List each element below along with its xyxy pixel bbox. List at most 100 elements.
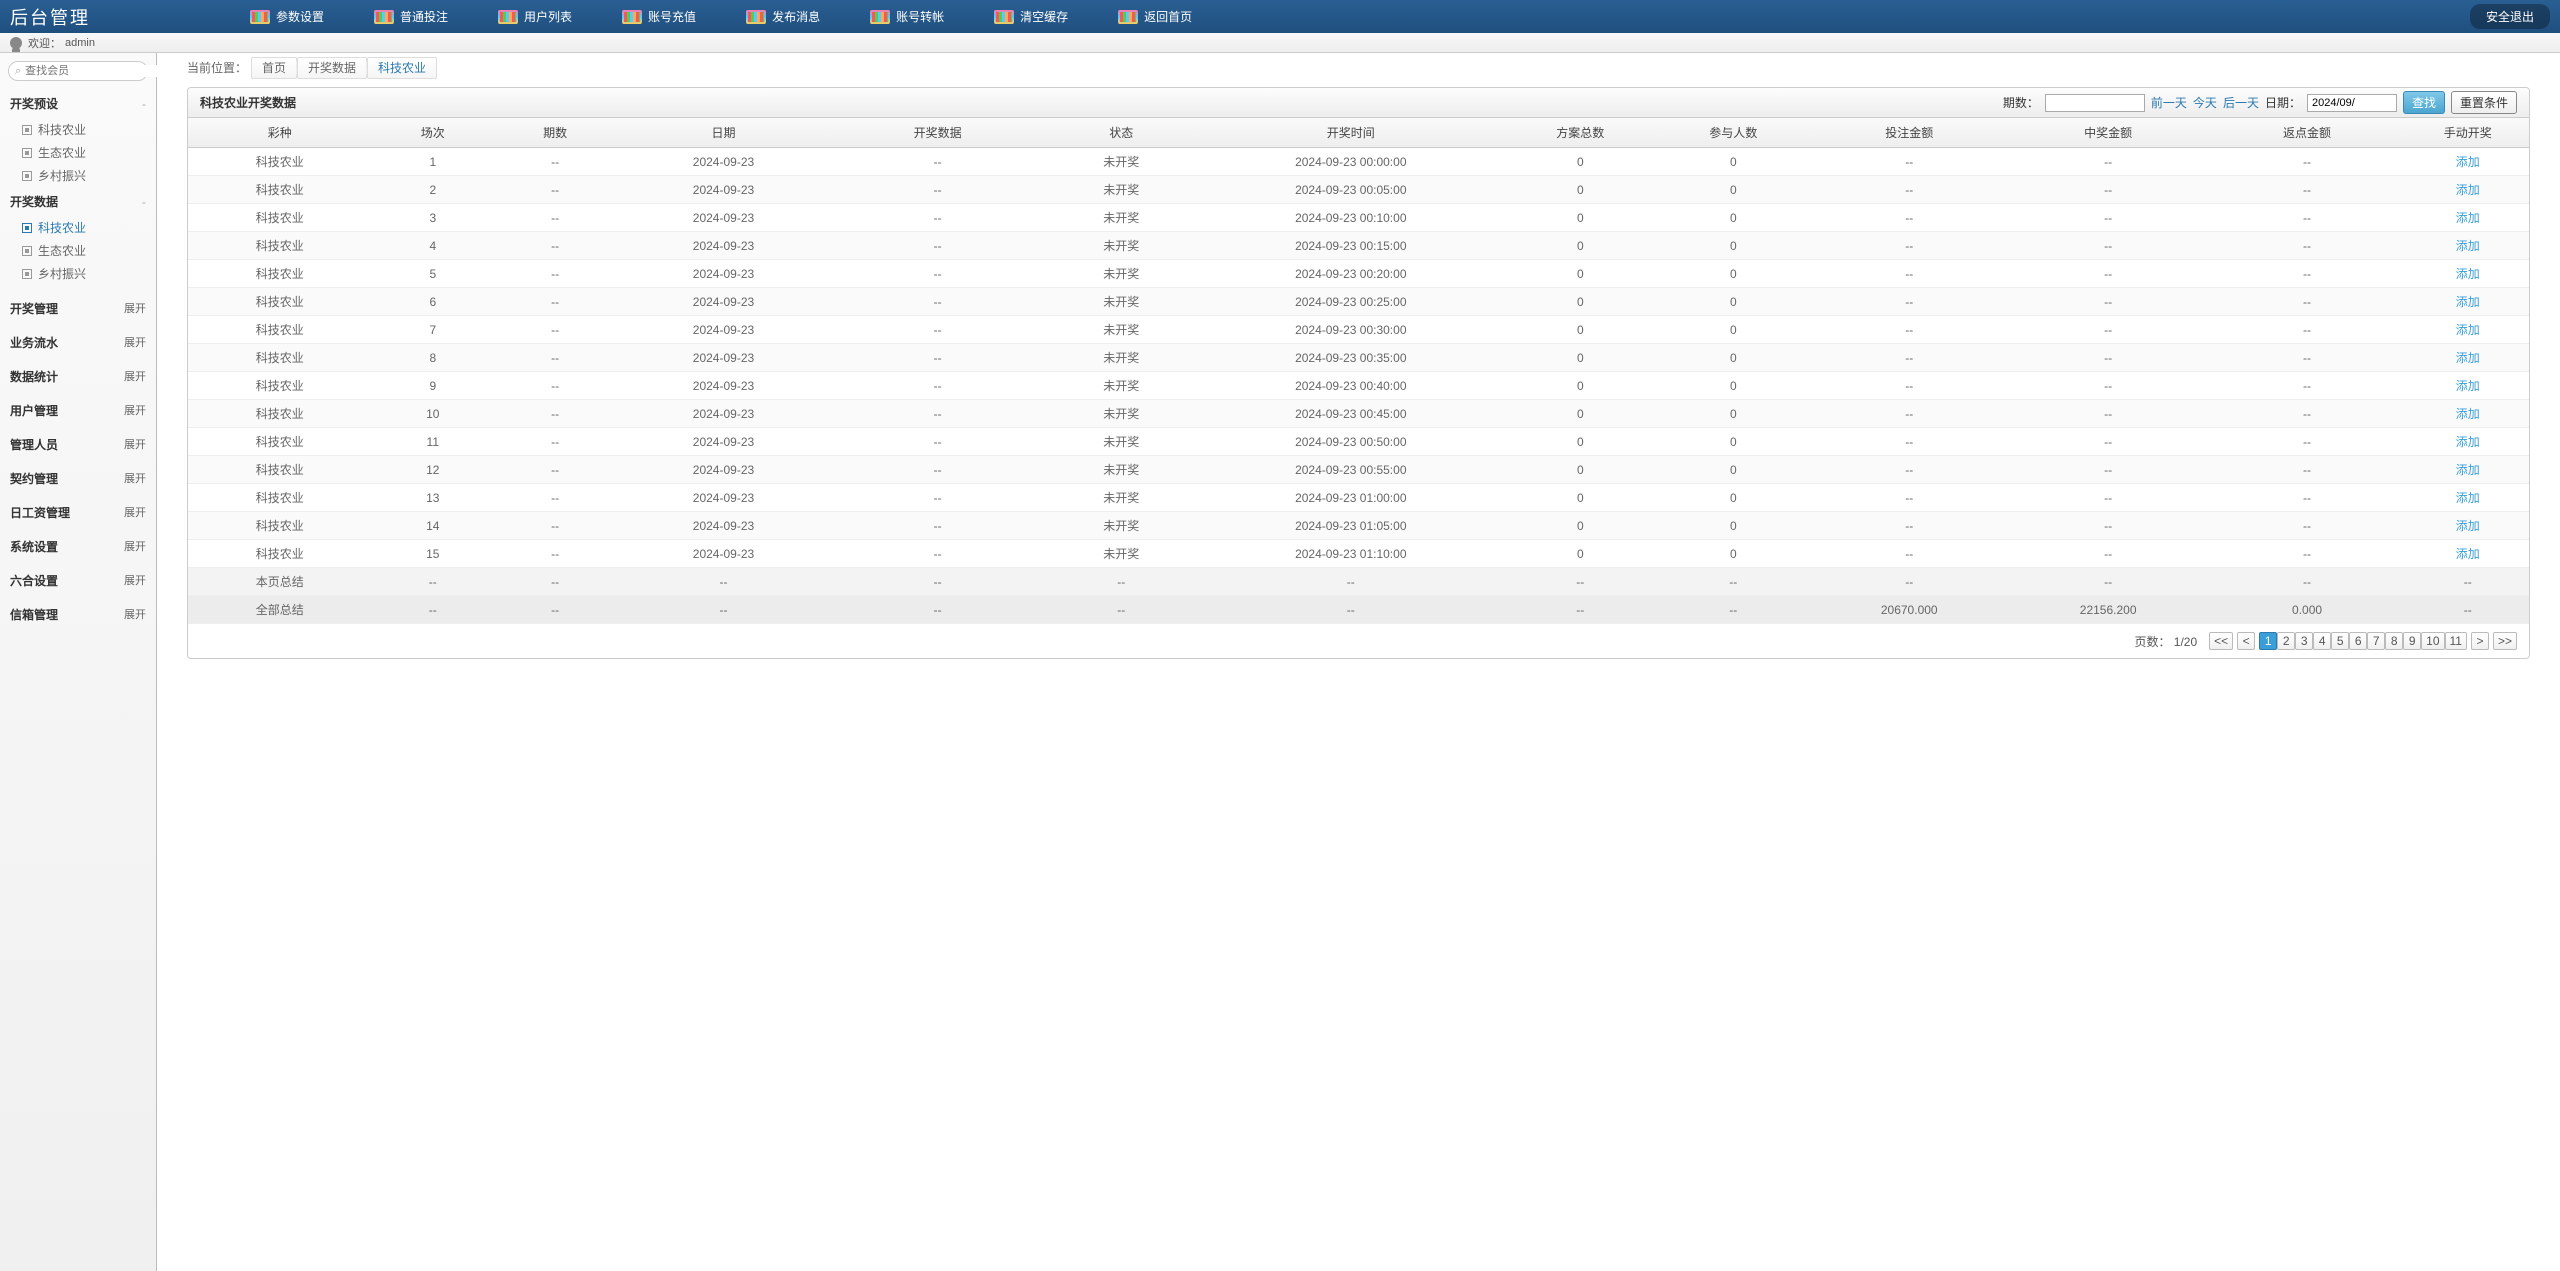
column-header: 状态	[1045, 118, 1198, 148]
topnav-label: 普通投注	[400, 8, 448, 25]
pager-prev[interactable]: <	[2237, 632, 2255, 650]
sidebar-subitem[interactable]: 生态农业	[0, 239, 156, 262]
add-link[interactable]: 添加	[2456, 547, 2480, 561]
add-link[interactable]: 添加	[2456, 379, 2480, 393]
add-link[interactable]: 添加	[2456, 491, 2480, 505]
topnav-item-7[interactable]: 返回首页	[1118, 8, 1192, 25]
pager-page[interactable]: 7	[2367, 632, 2385, 650]
breadcrumb-prefix: 当前位置：	[187, 59, 247, 76]
cell-rebate: --	[2208, 288, 2407, 316]
pager-page[interactable]: 2	[2277, 632, 2295, 650]
topnav-item-3[interactable]: 账号充值	[622, 8, 696, 25]
sidebar-collapsed-group[interactable]: 六合设置展开	[0, 563, 156, 597]
table-row: 科技农业14--2024-09-23--未开奖2024-09-23 01:05:…	[188, 512, 2529, 540]
table-row: 科技农业5--2024-09-23--未开奖2024-09-23 00:20:0…	[188, 260, 2529, 288]
sidebar-subitem-label: 科技农业	[38, 121, 86, 138]
cell-plans: 0	[1504, 176, 1657, 204]
add-link[interactable]: 添加	[2456, 407, 2480, 421]
cell-plans: 0	[1504, 456, 1657, 484]
pager-page[interactable]: 6	[2349, 632, 2367, 650]
pager-page[interactable]: 1	[2259, 632, 2277, 650]
add-link[interactable]: 添加	[2456, 155, 2480, 169]
reset-button[interactable]: 重置条件	[2451, 91, 2517, 114]
sidebar-collapsed-group[interactable]: 信箱管理展开	[0, 597, 156, 631]
cell-round: 6	[372, 288, 494, 316]
sidebar-group-data[interactable]: 开奖数据 -	[0, 187, 156, 216]
cell-data: --	[831, 400, 1045, 428]
sidebar-collapsed-group[interactable]: 数据统计展开	[0, 359, 156, 393]
topnav-item-1[interactable]: 普通投注	[374, 8, 448, 25]
sidebar-subitem[interactable]: 科技农业	[0, 118, 156, 141]
sidebar-group-preset[interactable]: 开奖预设 -	[0, 89, 156, 118]
chart-icon	[994, 10, 1014, 24]
member-search-input[interactable]	[25, 65, 167, 77]
add-link[interactable]: 添加	[2456, 463, 2480, 477]
welcome-user: admin	[65, 37, 95, 49]
sidebar-subitem[interactable]: 乡村振兴	[0, 262, 156, 285]
pager-page[interactable]: 9	[2403, 632, 2421, 650]
topnav-item-6[interactable]: 清空缓存	[994, 8, 1068, 25]
sidebar-subitem[interactable]: 生态农业	[0, 141, 156, 164]
cell-data: --	[831, 288, 1045, 316]
topnav-item-2[interactable]: 用户列表	[498, 8, 572, 25]
cell-rebate: 0.000	[2208, 596, 2407, 624]
cell-time: --	[1198, 568, 1504, 596]
cell-win: --	[2009, 260, 2208, 288]
cell-round: 8	[372, 344, 494, 372]
sidebar-subitem[interactable]: 科技农业	[0, 216, 156, 239]
sidebar-collapsed-group[interactable]: 契约管理展开	[0, 461, 156, 495]
cell-data: --	[831, 596, 1045, 624]
add-link[interactable]: 添加	[2456, 239, 2480, 253]
cell-date: 2024-09-23	[616, 540, 830, 568]
breadcrumb-item[interactable]: 首页	[251, 57, 297, 79]
pager-page[interactable]: 4	[2313, 632, 2331, 650]
add-link[interactable]: 添加	[2456, 211, 2480, 225]
sidebar-collapsed-group[interactable]: 日工资管理展开	[0, 495, 156, 529]
pager-page[interactable]: 3	[2295, 632, 2313, 650]
cell-rebate: --	[2208, 204, 2407, 232]
cell-win: --	[2009, 512, 2208, 540]
chart-icon	[374, 10, 394, 24]
square-icon	[22, 125, 32, 135]
sidebar-collapsed-group[interactable]: 系统设置展开	[0, 529, 156, 563]
cell-lottery: 科技农业	[188, 148, 372, 176]
logout-button[interactable]: 安全退出	[2470, 4, 2550, 29]
date-input[interactable]	[2307, 94, 2397, 112]
add-link[interactable]: 添加	[2456, 519, 2480, 533]
period-input[interactable]	[2045, 94, 2145, 112]
sidebar-collapsed-group[interactable]: 管理人员展开	[0, 427, 156, 461]
today-link[interactable]: 今天	[2193, 94, 2217, 111]
add-link[interactable]: 添加	[2456, 183, 2480, 197]
topnav-item-4[interactable]: 发布消息	[746, 8, 820, 25]
breadcrumb-item[interactable]: 开奖数据	[297, 57, 367, 79]
next-day-link[interactable]: 后一天	[2223, 94, 2259, 111]
topnav-item-5[interactable]: 账号转帐	[870, 8, 944, 25]
member-search[interactable]: ⌕	[8, 61, 148, 81]
pager-page[interactable]: 8	[2385, 632, 2403, 650]
sidebar-collapsed-group[interactable]: 开奖管理展开	[0, 291, 156, 325]
topnav-item-0[interactable]: 参数设置	[250, 8, 324, 25]
cell-bet: --	[1810, 204, 2009, 232]
add-link[interactable]: 添加	[2456, 295, 2480, 309]
breadcrumb-item[interactable]: 科技农业	[367, 57, 437, 79]
pager-first[interactable]: <<	[2209, 632, 2233, 650]
add-link[interactable]: 添加	[2456, 267, 2480, 281]
cell-bet: --	[1810, 316, 2009, 344]
prev-day-link[interactable]: 前一天	[2151, 94, 2187, 111]
pager-next[interactable]: >	[2471, 632, 2489, 650]
add-link[interactable]: 添加	[2456, 435, 2480, 449]
cell-bet: --	[1810, 568, 2009, 596]
add-link[interactable]: 添加	[2456, 323, 2480, 337]
sidebar-subitem[interactable]: 乡村振兴	[0, 164, 156, 187]
sidebar-collapsed-group[interactable]: 用户管理展开	[0, 393, 156, 427]
search-button[interactable]: 查找	[2403, 91, 2445, 114]
table-row: 科技农业9--2024-09-23--未开奖2024-09-23 00:40:0…	[188, 372, 2529, 400]
pager-page[interactable]: 5	[2331, 632, 2349, 650]
pager-page[interactable]: 11	[2445, 632, 2467, 650]
cell-date: 2024-09-23	[616, 204, 830, 232]
sidebar-collapsed-group[interactable]: 业务流水展开	[0, 325, 156, 359]
pager-page[interactable]: 10	[2421, 632, 2444, 650]
add-link[interactable]: 添加	[2456, 351, 2480, 365]
cell-rebate: --	[2208, 400, 2407, 428]
pager-last[interactable]: >>	[2493, 632, 2517, 650]
